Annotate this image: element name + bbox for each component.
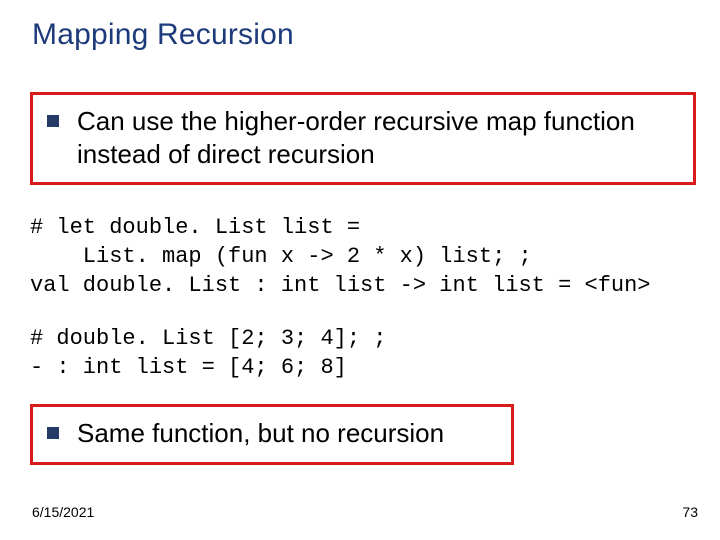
slide-title: Mapping Recursion bbox=[32, 18, 700, 52]
slide-footer: 6/15/2021 73 bbox=[32, 504, 698, 520]
square-bullet-icon bbox=[47, 427, 59, 439]
code-block-1: # let double. List list = List. map (fun… bbox=[30, 213, 700, 300]
bullet-item-2: Same function, but no recursion bbox=[47, 417, 497, 450]
square-bullet-icon bbox=[47, 115, 59, 127]
slide: Mapping Recursion Can use the higher-ord… bbox=[0, 0, 720, 540]
footer-page-number: 73 bbox=[682, 504, 698, 520]
highlight-box-2: Same function, but no recursion bbox=[30, 404, 514, 465]
bullet-text-1: Can use the higher-order recursive map f… bbox=[77, 105, 679, 170]
code-line: val double. List : int list -> int list … bbox=[30, 273, 651, 298]
code-line: # let double. List list = bbox=[30, 215, 360, 240]
code-line: - : int list = [4; 6; 8] bbox=[30, 355, 347, 380]
footer-date: 6/15/2021 bbox=[32, 504, 94, 520]
bullet-text-2: Same function, but no recursion bbox=[77, 417, 444, 450]
code-line: List. map (fun x -> 2 * x) list; ; bbox=[30, 244, 532, 269]
highlight-box-1: Can use the higher-order recursive map f… bbox=[30, 92, 696, 185]
code-block-2: # double. List [2; 3; 4]; ; - : int list… bbox=[30, 324, 700, 382]
code-line: # double. List [2; 3; 4]; ; bbox=[30, 326, 386, 351]
bullet-item-1: Can use the higher-order recursive map f… bbox=[47, 105, 679, 170]
